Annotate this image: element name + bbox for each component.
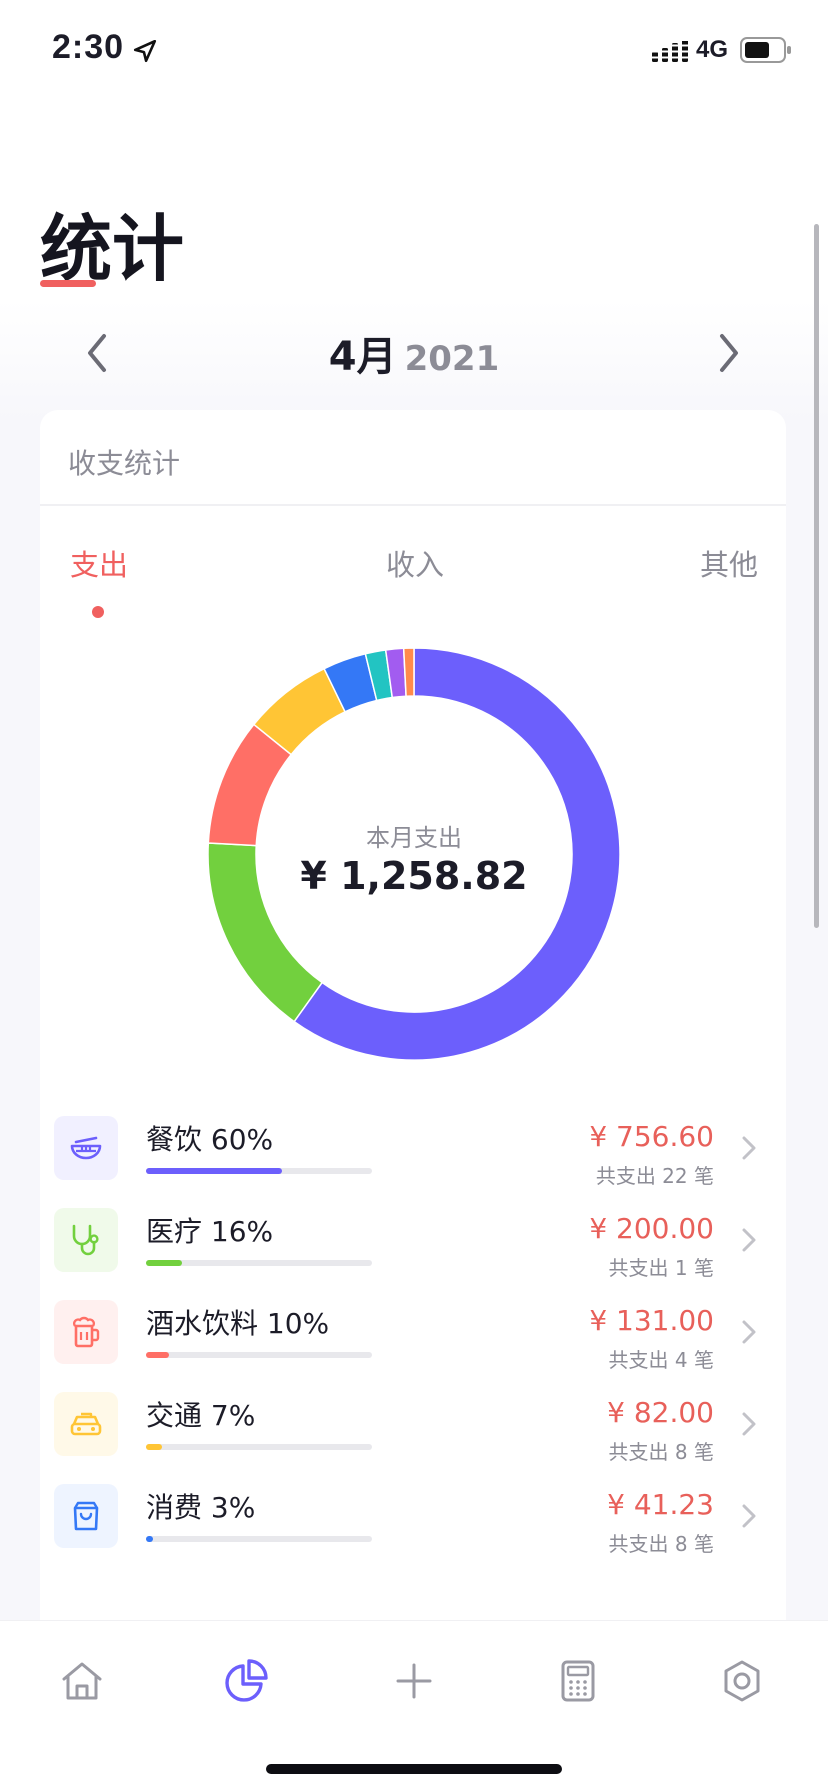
category-amount: ¥ 756.60 — [589, 1120, 714, 1153]
gear-icon[interactable] — [718, 1657, 766, 1705]
category-row-dining[interactable]: 餐饮 60% ¥ 756.60 共支出 22 笔 — [40, 1116, 786, 1206]
tab-income[interactable]: 收入 — [386, 542, 444, 584]
category-progress-track — [146, 1444, 372, 1450]
category-name: 酒水饮料 10% — [146, 1307, 330, 1340]
taxi-icon — [70, 1412, 102, 1436]
donut-subtitle: 本月支出 — [366, 824, 462, 852]
tab-expense[interactable]: 支出 — [70, 542, 128, 584]
chevron-right-icon — [742, 1412, 756, 1436]
category-count: 共支出 4 笔 — [608, 1348, 714, 1372]
category-progress-track — [146, 1352, 372, 1358]
title-underline — [40, 280, 96, 287]
category-name: 消费 3% — [146, 1491, 256, 1524]
location-arrow-icon — [133, 39, 157, 63]
category-row-transport[interactable]: 交通 7% ¥ 82.00 共支出 8 笔 — [40, 1392, 786, 1482]
category-progress-fill — [146, 1352, 169, 1358]
donut-segment-7 — [402, 647, 415, 697]
category-icon-box — [54, 1116, 118, 1180]
chevron-right-icon[interactable] — [712, 330, 746, 376]
category-row-drinks[interactable]: 酒水饮料 10% ¥ 131.00 共支出 4 笔 — [40, 1300, 786, 1390]
category-amount: ¥ 131.00 — [589, 1304, 714, 1337]
current-month: 4月 2021 — [0, 324, 828, 382]
chevron-right-icon — [742, 1228, 756, 1252]
calculator-icon[interactable] — [554, 1657, 602, 1705]
category-icon-box — [54, 1392, 118, 1456]
category-icon-box — [54, 1208, 118, 1272]
battery-icon — [740, 37, 791, 63]
chevron-right-icon — [742, 1320, 756, 1344]
pie-chart-icon[interactable] — [222, 1657, 270, 1705]
month-text: 4月 — [328, 334, 397, 380]
active-tab-indicator — [92, 606, 104, 618]
category-progress-fill — [146, 1444, 162, 1450]
donut-total: ¥ 1,258.82 — [300, 854, 528, 898]
category-progress-fill — [146, 1260, 183, 1266]
plus-icon[interactable] — [390, 1657, 438, 1705]
category-progress-track — [146, 1168, 372, 1174]
home-indicator — [266, 1764, 562, 1774]
category-icon-box — [54, 1300, 118, 1364]
category-amount: ¥ 82.00 — [607, 1396, 714, 1429]
status-time: 2:30 — [52, 28, 125, 66]
category-row-medical[interactable]: 医疗 16% ¥ 200.00 共支出 1 笔 — [40, 1208, 786, 1298]
category-progress-fill — [146, 1168, 282, 1174]
network-type: 4G — [696, 36, 729, 63]
bowl-icon — [70, 1136, 102, 1160]
month-navigator: 4月 2021 — [0, 316, 828, 388]
year-text: 2021 — [404, 339, 500, 379]
category-progress-track — [146, 1260, 372, 1266]
category-amount: ¥ 200.00 — [589, 1212, 714, 1245]
category-count: 共支出 22 笔 — [595, 1164, 714, 1188]
status-bar: 2:30 4G — [0, 0, 828, 100]
category-count: 共支出 8 笔 — [608, 1532, 714, 1556]
cellular-signal-icon — [652, 38, 688, 62]
tab-other[interactable]: 其他 — [700, 542, 758, 584]
category-row-shopping[interactable]: 消费 3% ¥ 41.23 共支出 8 笔 — [40, 1484, 786, 1574]
category-icon-box — [54, 1484, 118, 1548]
card-title: 收支统计 — [68, 447, 181, 480]
home-icon[interactable] — [58, 1657, 106, 1705]
category-progress-track — [146, 1536, 372, 1542]
card-header: 收支统计 — [40, 410, 786, 506]
stethoscope-icon — [72, 1224, 99, 1256]
chevron-right-icon — [742, 1504, 756, 1528]
category-name: 交通 7% — [146, 1399, 256, 1432]
category-count: 共支出 8 笔 — [608, 1440, 714, 1464]
shopping-bag-icon — [73, 1501, 99, 1531]
beer-mug-icon — [72, 1316, 100, 1348]
category-amount: ¥ 41.23 — [607, 1488, 714, 1521]
category-name: 医疗 16% — [146, 1215, 274, 1248]
chevron-right-icon — [742, 1136, 756, 1160]
category-count: 共支出 1 笔 — [608, 1256, 714, 1280]
category-name: 餐饮 60% — [146, 1123, 274, 1156]
category-progress-fill — [146, 1536, 153, 1542]
statistics-card: 收支统计 支出 收入 其他 本月支出 ¥ 1,258.82 餐饮 60% ¥ 7… — [40, 410, 786, 1640]
